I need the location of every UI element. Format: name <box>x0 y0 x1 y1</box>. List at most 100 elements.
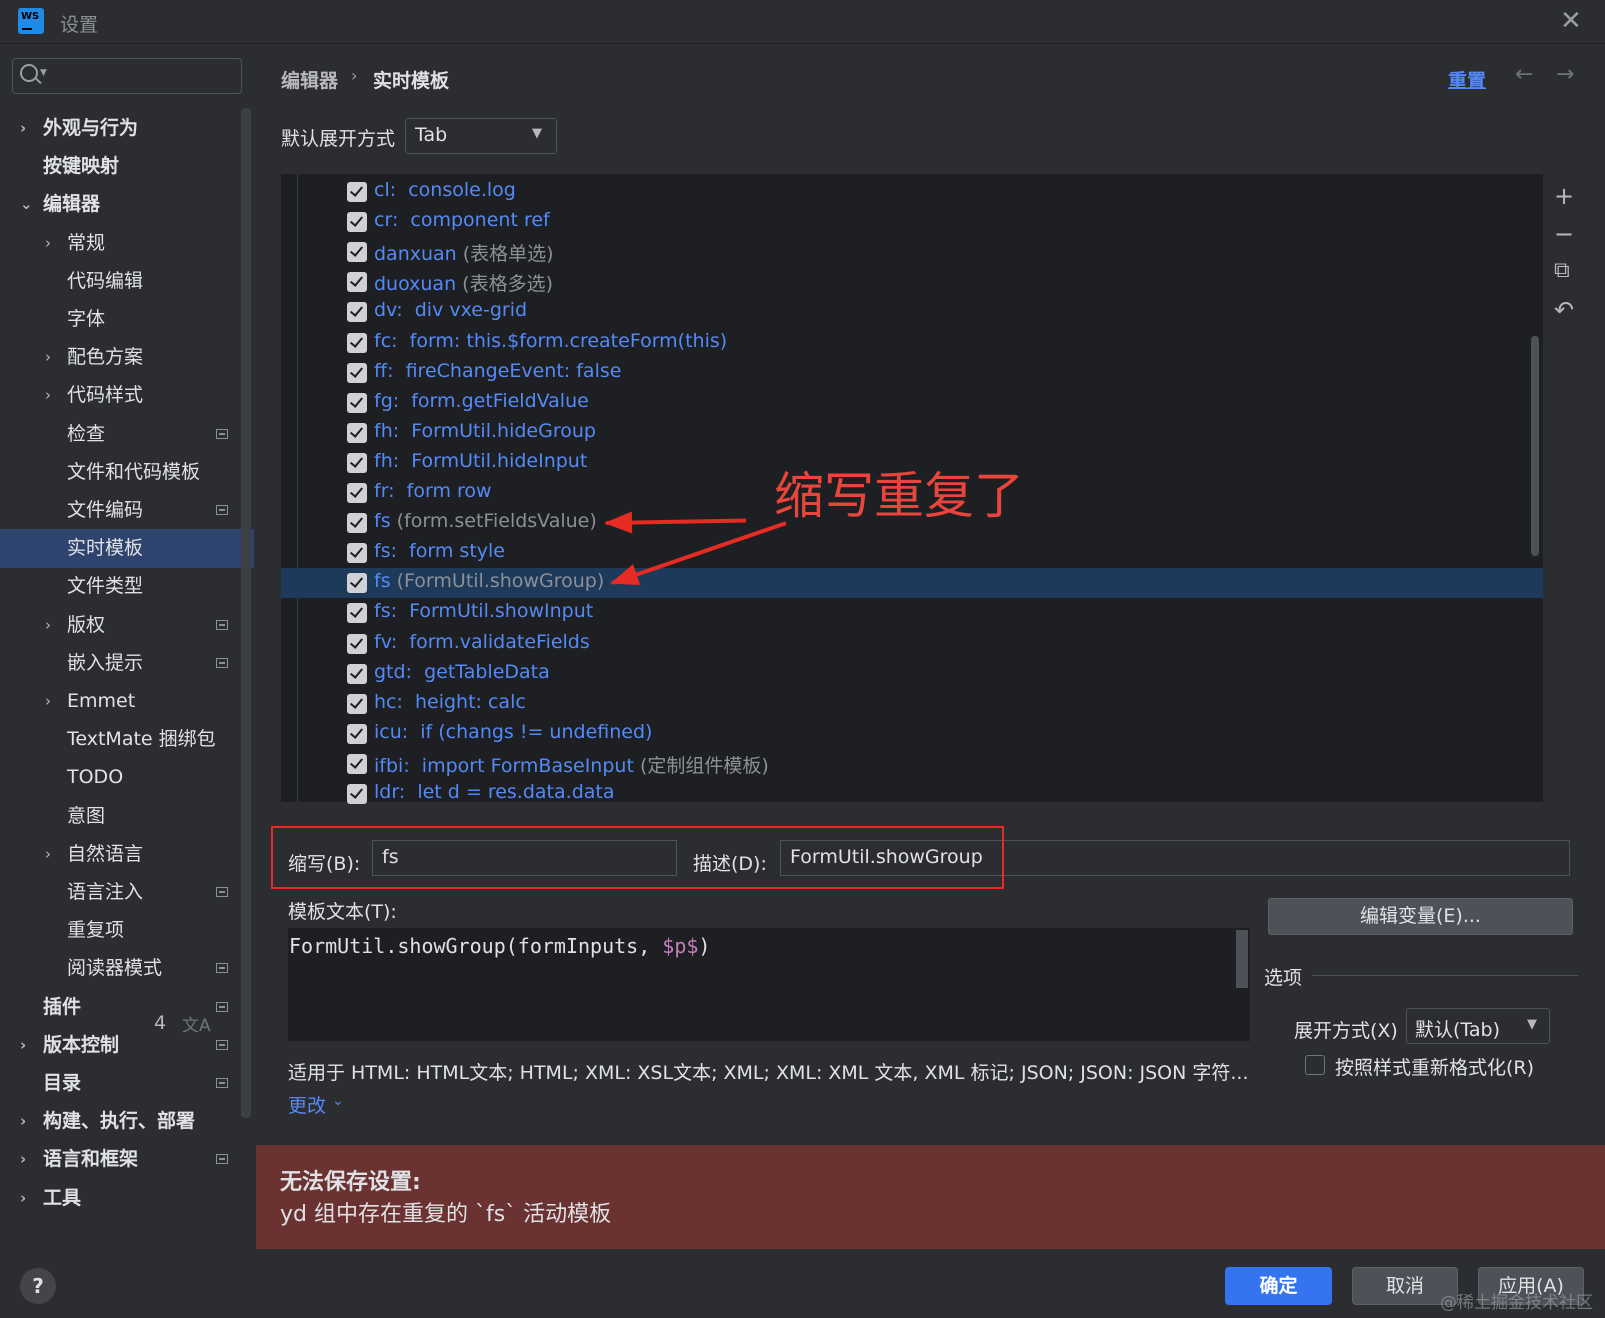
sidebar-item[interactable]: 嵌入提示 <box>0 644 254 683</box>
ok-button[interactable]: 确定 <box>1225 1267 1332 1305</box>
template-row[interactable]: gtd: getTableData <box>281 659 1543 689</box>
chevron-down-icon[interactable]: ⌄ <box>332 1093 344 1109</box>
template-row[interactable]: fc: form: this.$form.createForm(this) <box>281 328 1543 358</box>
sidebar-item[interactable]: 代码编辑 <box>0 262 254 301</box>
sidebar-item[interactable]: TextMate 捆绑包 <box>0 720 254 759</box>
template-row[interactable]: ff: fireChangeEvent: false <box>281 358 1543 388</box>
revert-template-icon[interactable]: ↶ <box>1554 296 1574 324</box>
template-enabled-checkbox[interactable] <box>347 333 367 353</box>
template-enabled-checkbox[interactable] <box>347 182 367 202</box>
template-enabled-checkbox[interactable] <box>347 724 367 744</box>
sidebar-item[interactable]: › 工具 <box>0 1179 254 1218</box>
template-row[interactable]: hc: height: calc <box>281 689 1543 719</box>
template-enabled-checkbox[interactable] <box>347 483 367 503</box>
template-enabled-checkbox[interactable] <box>347 212 367 232</box>
template-row[interactable]: ifbi: import FormBaseInput (定制组件模板) <box>281 749 1543 779</box>
help-button[interactable]: ? <box>20 1268 56 1304</box>
sidebar-item[interactable]: 目录 <box>0 1064 254 1103</box>
chevron-right-icon[interactable]: › <box>20 1026 26 1065</box>
template-row[interactable]: dv: div vxe-grid <box>281 297 1543 327</box>
forward-arrow-icon[interactable]: → <box>1556 62 1574 87</box>
template-enabled-checkbox[interactable] <box>347 694 367 714</box>
template-row[interactable]: fs: form style <box>281 538 1543 568</box>
template-list-scrollbar[interactable] <box>1531 336 1539 556</box>
sidebar-item[interactable]: 检查 <box>0 415 254 454</box>
sidebar-item[interactable]: 插件 <box>0 988 254 1027</box>
sidebar-item[interactable]: 语言注入 <box>0 873 254 912</box>
template-enabled-checkbox[interactable] <box>347 272 367 292</box>
sidebar-item[interactable]: › 代码样式 <box>0 376 254 415</box>
sidebar-item[interactable]: › 配色方案 <box>0 338 254 377</box>
sidebar-scrollbar[interactable] <box>241 108 251 1118</box>
sidebar-item[interactable]: › 自然语言 <box>0 835 254 874</box>
sidebar-item[interactable]: 文件编码 <box>0 491 254 530</box>
template-enabled-checkbox[interactable] <box>347 393 367 413</box>
close-icon[interactable]: ✕ <box>1560 6 1582 36</box>
reformat-checkbox[interactable] <box>1305 1055 1325 1075</box>
template-enabled-checkbox[interactable] <box>347 573 367 593</box>
template-row[interactable]: danxuan (表格单选) <box>281 237 1543 267</box>
sidebar-item[interactable]: 阅读器模式 <box>0 949 254 988</box>
template-row[interactable]: fs (FormUtil.showGroup) <box>281 568 1543 598</box>
template-row[interactable]: fs: FormUtil.showInput <box>281 598 1543 628</box>
template-enabled-checkbox[interactable] <box>347 634 367 654</box>
back-arrow-icon[interactable]: ← <box>1515 62 1533 87</box>
template-enabled-checkbox[interactable] <box>347 242 367 262</box>
template-row[interactable]: fv: form.validateFields <box>281 629 1543 659</box>
template-enabled-checkbox[interactable] <box>347 302 367 322</box>
sidebar-item[interactable]: › 常规 <box>0 224 254 263</box>
change-contexts-link[interactable]: 更改 <box>288 1091 326 1118</box>
template-enabled-checkbox[interactable] <box>347 664 367 684</box>
chevron-right-icon[interactable]: › <box>45 338 51 377</box>
chevron-right-icon[interactable]: › <box>45 224 51 263</box>
template-row[interactable]: ldr: let d = res.data.data <box>281 779 1543 809</box>
chevron-down-icon[interactable]: ⌄ <box>20 185 33 224</box>
chevron-right-icon[interactable]: › <box>45 835 51 874</box>
template-enabled-checkbox[interactable] <box>347 603 367 623</box>
chevron-right-icon[interactable]: › <box>45 682 51 721</box>
template-row[interactable]: cr: component ref <box>281 207 1543 237</box>
sidebar-item[interactable]: › 语言和框架 <box>0 1140 254 1179</box>
sidebar-item[interactable]: 重复项 <box>0 911 254 950</box>
sidebar-item[interactable]: › 构建、执行、部署 <box>0 1102 254 1141</box>
edit-variables-button[interactable]: 编辑变量(E)... <box>1268 898 1573 935</box>
reset-link[interactable]: 重置 <box>1448 66 1486 93</box>
sidebar-item[interactable]: 意图 <box>0 797 254 836</box>
template-row[interactable]: duoxuan (表格多选) <box>281 267 1543 297</box>
editor-scrollbar[interactable] <box>1236 930 1248 988</box>
template-enabled-checkbox[interactable] <box>347 513 367 533</box>
sidebar-item[interactable]: › 版本控制 <box>0 1026 254 1065</box>
chevron-right-icon[interactable]: › <box>45 376 51 415</box>
template-row[interactable]: fg: form.getFieldValue <box>281 388 1543 418</box>
template-row[interactable]: fh: FormUtil.hideGroup <box>281 418 1543 448</box>
sidebar-item[interactable]: › 外观与行为 <box>0 109 254 148</box>
chevron-right-icon[interactable]: › <box>20 1102 26 1141</box>
sidebar-item[interactable]: 按键映射 <box>0 147 254 186</box>
chevron-right-icon[interactable]: › <box>45 606 51 645</box>
remove-template-icon[interactable]: − <box>1554 220 1574 248</box>
template-text: if (changs != undefined) <box>420 721 653 743</box>
template-enabled-checkbox[interactable] <box>347 453 367 473</box>
sidebar-item[interactable]: › Emmet <box>0 682 254 721</box>
sidebar-item[interactable]: TODO <box>0 758 254 797</box>
sidebar-item[interactable]: 文件类型 <box>0 567 254 606</box>
template-row[interactable]: cl: console.log <box>281 177 1543 207</box>
sidebar-item[interactable]: 文件和代码模板 <box>0 453 254 492</box>
add-template-icon[interactable]: + <box>1554 182 1574 210</box>
breadcrumb-editor[interactable]: 编辑器 <box>281 66 338 93</box>
template-enabled-checkbox[interactable] <box>347 754 367 774</box>
sidebar-item[interactable]: 实时模板 <box>0 529 254 568</box>
sidebar-item[interactable]: ⌄ 编辑器 <box>0 185 254 224</box>
chevron-right-icon[interactable]: › <box>20 1179 26 1218</box>
sidebar-item[interactable]: 字体 <box>0 300 254 339</box>
template-enabled-checkbox[interactable] <box>347 423 367 443</box>
sidebar-item[interactable]: › 版权 <box>0 606 254 645</box>
copy-template-icon[interactable]: ⧉ <box>1554 258 1570 283</box>
template-enabled-checkbox[interactable] <box>347 543 367 563</box>
template-enabled-checkbox[interactable] <box>347 784 367 804</box>
template-enabled-checkbox[interactable] <box>347 363 367 383</box>
chevron-right-icon[interactable]: › <box>20 1140 26 1179</box>
chevron-right-icon[interactable]: › <box>20 109 26 148</box>
template-row[interactable]: icu: if (changs != undefined) <box>281 719 1543 749</box>
search-options-caret-icon[interactable]: ▼ <box>40 68 47 78</box>
